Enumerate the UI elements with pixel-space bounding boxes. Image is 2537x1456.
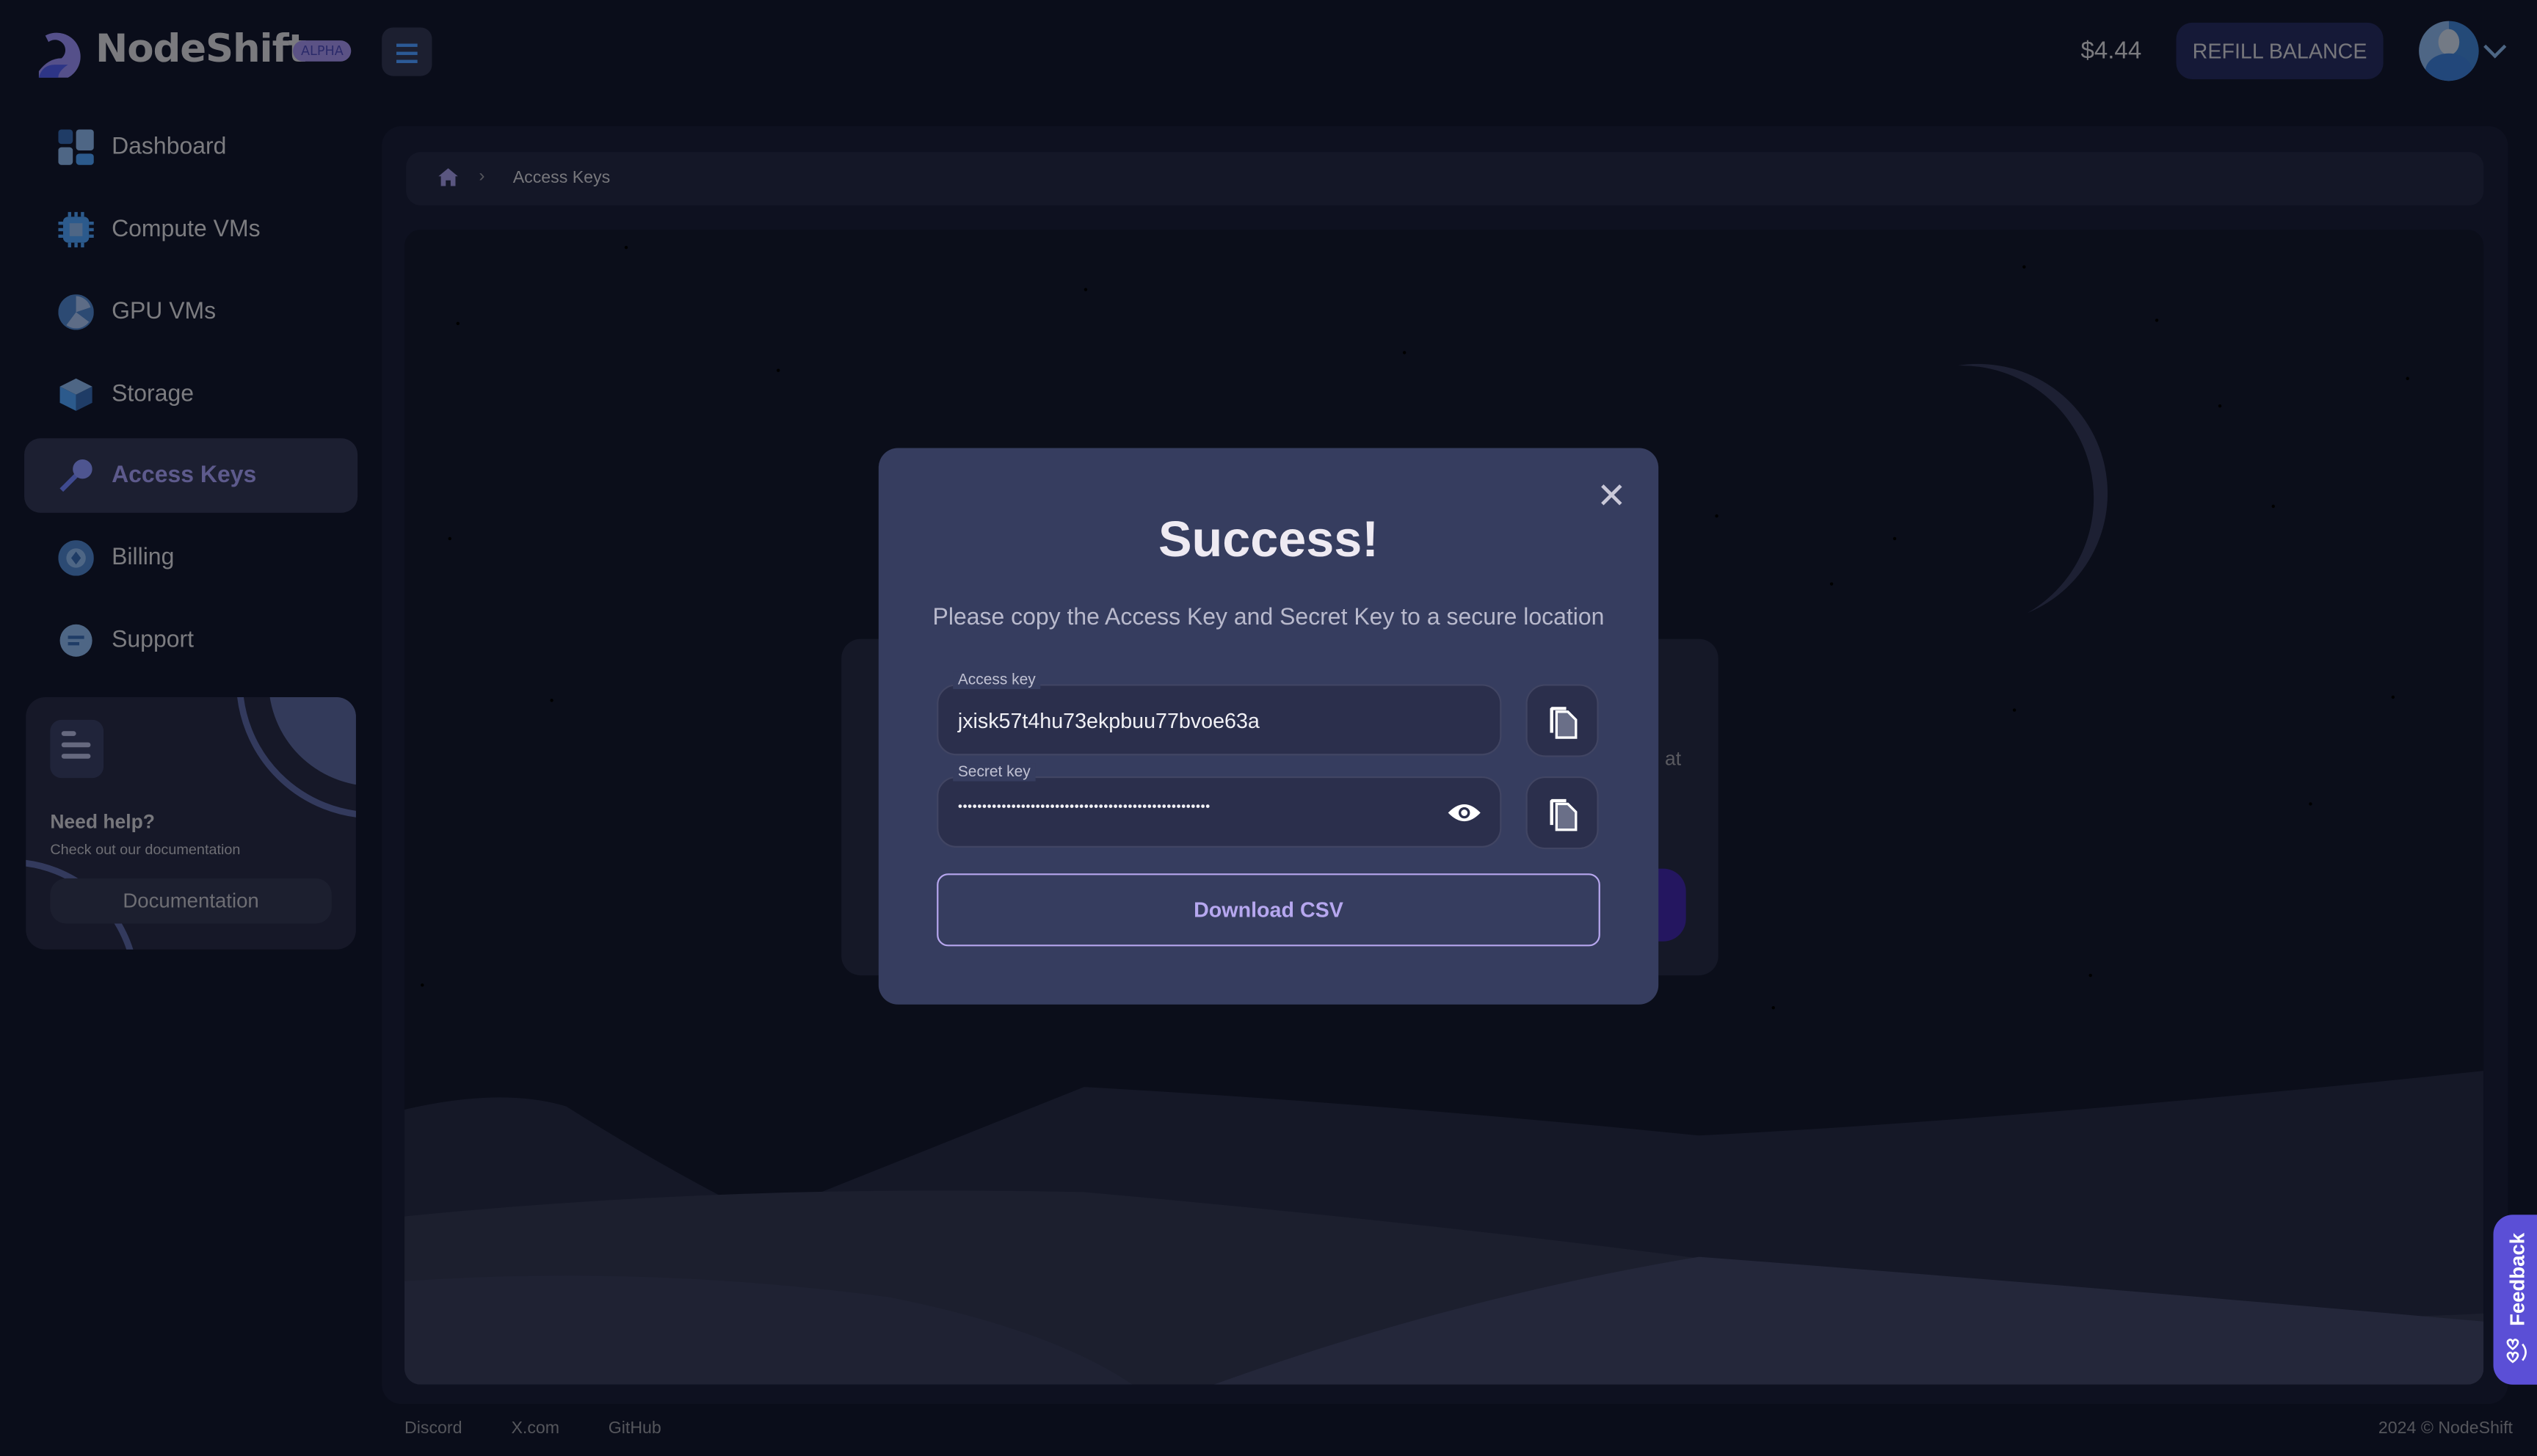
cube-icon [58,377,93,412]
sidebar-item-support[interactable]: Support [24,603,357,677]
heart-smile-icon [2506,1339,2527,1364]
account-balance: $4.44 [2080,37,2142,65]
home-icon[interactable] [438,168,458,186]
footer-link-github[interactable]: GitHub [609,1419,661,1438]
dashboard-icon [58,129,94,165]
access-key-label: Access key [953,671,1041,689]
sidebar-item-label: Billing [112,545,175,572]
footer-link-x[interactable]: X.com [511,1419,559,1438]
access-key-value[interactable]: jxisk57t4hu73ekpbuu77bvoe63a [958,708,1260,732]
chevron-down-icon[interactable] [2483,35,2507,59]
chevron-right-icon: › [479,167,485,186]
copy-icon [1549,798,1577,831]
nodeshift-logo-icon [38,32,81,78]
sidebar-item-billing[interactable]: Billing [24,521,357,595]
sidebar-item-label: Support [112,627,195,654]
sidebar-item-label: Access Keys [112,462,257,489]
sidebar-item-label: GPU VMs [112,299,217,326]
sidebar-item-label: Storage [112,382,195,408]
chat-icon [58,623,93,658]
background-card-text: at [1665,747,1682,771]
copy-secret-key-button[interactable] [1525,776,1599,850]
help-subtitle: Check out our documentation [50,841,241,858]
secret-key-value[interactable]: ••••••••••••••••••••••••••••••••••••••••… [958,799,1211,814]
help-title: Need help? [50,810,155,834]
sidebar-item-gpu-vms[interactable]: GPU VMs [24,275,357,349]
access-key-field[interactable]: jxisk57t4hu73ekpbuu77bvoe63a [937,684,1502,756]
close-icon[interactable]: ✕ [1595,478,1627,513]
sidebar-item-dashboard[interactable]: Dashboard [24,110,357,184]
gpu-icon [58,294,94,330]
eye-icon[interactable] [1446,801,1481,825]
copy-icon [1549,706,1577,738]
key-icon [58,458,93,493]
documentation-button[interactable]: Documentation [50,878,332,924]
download-csv-button[interactable]: Download CSV [937,873,1600,947]
help-card: Need help? Check out our documentation D… [26,696,356,950]
refill-balance-button[interactable]: REFILL BALANCE [2176,22,2384,80]
app: NodeShift ALPHA $4.44 REFILL BALANCE Das… [0,0,2537,1456]
sidebar-item-storage[interactable]: Storage [24,357,357,432]
brand-name: NodeShift [95,26,307,71]
cpu-icon [58,211,94,248]
menu-toggle-button[interactable] [382,27,432,76]
modal-subtitle: Please copy the Access Key and Secret Ke… [932,605,1605,631]
alpha-badge: ALPHA [292,40,352,62]
secret-key-field[interactable]: ••••••••••••••••••••••••••••••••••••••••… [937,776,1502,848]
footer-link-discord[interactable]: Discord [404,1419,462,1438]
breadcrumb: › Access Keys [406,152,2484,205]
sidebar-item-access-keys[interactable]: Access Keys [24,438,358,513]
stars-decoration [404,229,408,233]
sidebar-item-label: Compute VMs [112,216,261,243]
moon-decoration [1957,363,2108,614]
document-icon [50,719,104,779]
avatar[interactable] [2419,21,2479,81]
sidebar-item-compute-vms[interactable]: Compute VMs [24,192,357,266]
mountains-decoration [404,1071,2484,1385]
feedback-tab[interactable]: Feedback [2493,1215,2537,1385]
billing-icon [58,540,94,576]
secret-key-label: Secret key [953,763,1036,782]
breadcrumb-current: Access Keys [512,168,611,188]
modal-title: Success! [1158,511,1379,568]
copyright: 2024 © NodeShift [2378,1418,2513,1438]
copy-access-key-button[interactable] [1525,684,1599,757]
feedback-label: Feedback [2506,1232,2530,1327]
sidebar-item-label: Dashboard [112,134,227,161]
